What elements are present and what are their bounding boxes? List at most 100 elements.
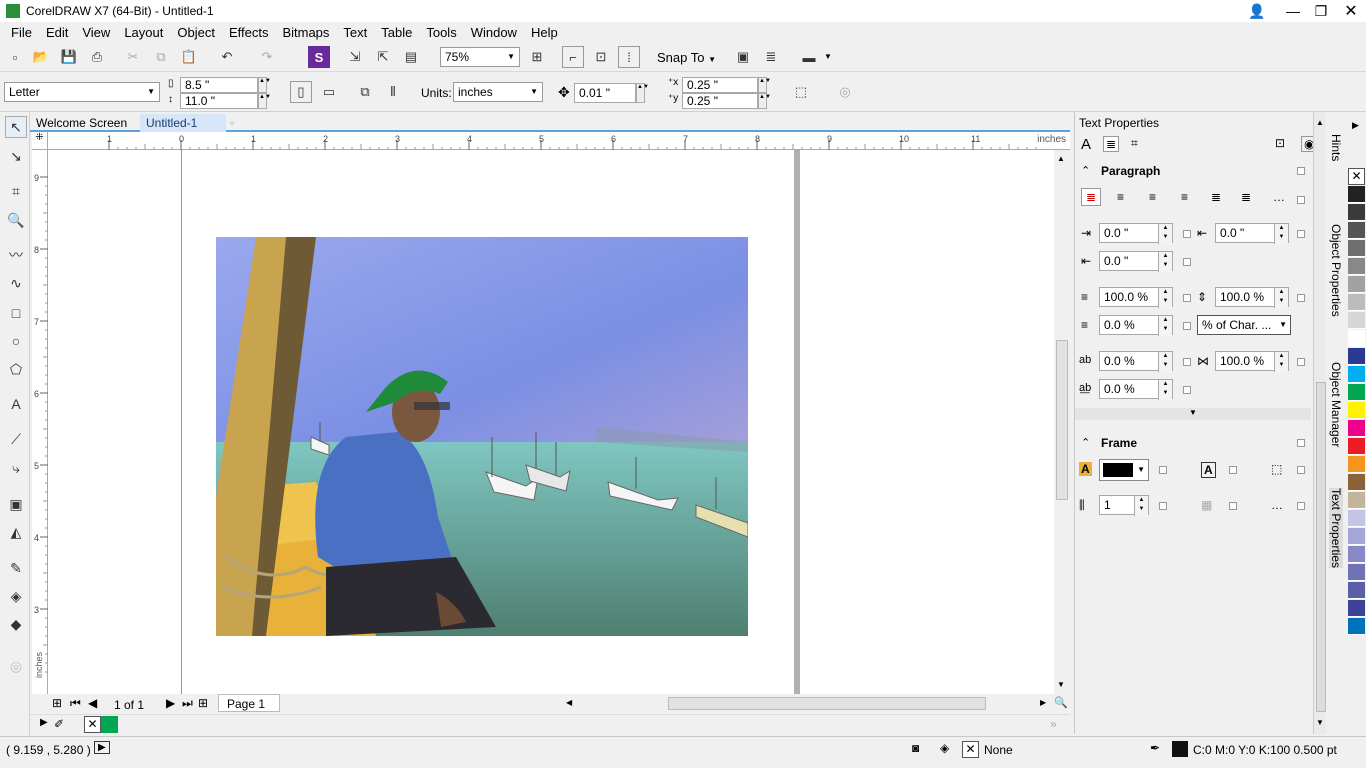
spinner-icon[interactable]: ▲ ▼: [1274, 352, 1288, 372]
menu-file[interactable]: File: [4, 25, 39, 40]
horizontal-scrollbar[interactable]: ◀ ▶ 🔍: [556, 694, 1070, 714]
color-swatch[interactable]: [1348, 276, 1365, 293]
spinner-icon[interactable]: ▲ ▼: [1158, 352, 1172, 372]
copy-icon[interactable]: ⧉: [150, 46, 172, 68]
menu-window[interactable]: Window: [464, 25, 524, 40]
tab-hints[interactable]: Hints: [1329, 134, 1343, 161]
menu-table[interactable]: Table: [374, 25, 419, 40]
color-swatch[interactable]: [1348, 312, 1365, 329]
more-frame-options-icon[interactable]: …: [1271, 498, 1283, 512]
pick-tool-icon[interactable]: ↖: [5, 116, 27, 138]
show-grid-icon[interactable]: ⊡: [590, 46, 612, 68]
scroll-left-icon[interactable]: ◀: [566, 698, 572, 707]
frame-background-color-picker[interactable]: ▼: [1099, 459, 1149, 481]
duplicate-x-input[interactable]: 0.25 ": [682, 77, 758, 93]
more-alignment-icon[interactable]: …: [1273, 190, 1285, 204]
color-swatch[interactable]: [1348, 258, 1365, 275]
color-swatch[interactable]: [1348, 582, 1365, 599]
fill-bucket-icon[interactable]: ◈: [940, 741, 949, 755]
color-swatch[interactable]: [1348, 204, 1365, 221]
color-swatch[interactable]: [1348, 546, 1365, 563]
scroll-up-icon[interactable]: ▲: [1316, 118, 1324, 127]
column-settings-checkbox[interactable]: [1229, 502, 1237, 510]
save-icon[interactable]: 💾: [58, 46, 80, 68]
color-swatch[interactable]: [1348, 510, 1365, 527]
character-spacing-input[interactable]: 100.0 % ▲ ▼: [1215, 287, 1289, 308]
vertical-alignment-checkbox[interactable]: [1297, 466, 1305, 474]
vertical-scroll-thumb[interactable]: [1056, 340, 1068, 500]
open-icon[interactable]: 📂: [30, 46, 52, 68]
spacing-unit-select[interactable]: % of Char. ... ▼: [1197, 315, 1291, 335]
text-tool-icon[interactable]: A: [5, 393, 27, 415]
color-swatch[interactable]: [1348, 330, 1365, 347]
duplicate-y-spinner[interactable]: ▲▼: [758, 93, 771, 109]
add-page-before-icon[interactable]: ⊞: [52, 696, 62, 710]
last-page-icon[interactable]: ⏭: [182, 696, 193, 711]
previous-page-icon[interactable]: ◀: [88, 696, 97, 710]
artistic-media-icon[interactable]: ∿: [5, 272, 27, 294]
text-direction-icon[interactable]: A: [1201, 462, 1216, 478]
color-swatch[interactable]: [1348, 438, 1365, 455]
page-height-input[interactable]: 11.0 ": [180, 93, 258, 109]
spinner-icon[interactable]: ▲ ▼: [1274, 288, 1288, 308]
publish-pdf-icon[interactable]: ▤: [400, 46, 422, 68]
align-center-icon[interactable]: ≡: [1149, 190, 1156, 204]
color-eyedropper-icon[interactable]: ✎: [5, 557, 27, 579]
parallel-dimension-icon[interactable]: ⟋: [5, 428, 27, 450]
color-swatch[interactable]: [1348, 456, 1365, 473]
color-swatch[interactable]: [1348, 564, 1365, 581]
justify-icon[interactable]: ≣: [1211, 190, 1221, 204]
first-line-checkbox[interactable]: [1297, 230, 1305, 238]
no-color-swatch[interactable]: ✕: [1348, 168, 1365, 185]
color-swatch[interactable]: [1348, 474, 1365, 491]
alignment-checkbox[interactable]: [1297, 196, 1305, 204]
user-icon[interactable]: 👤: [1242, 0, 1272, 22]
collapse-icon[interactable]: ⌃: [1081, 164, 1090, 177]
play-icon[interactable]: ▶: [94, 741, 110, 754]
docker-scroll-thumb[interactable]: [1316, 382, 1326, 712]
freehand-tool-icon[interactable]: 〰: [5, 244, 27, 266]
ruler-origin-icon[interactable]: ⁜: [32, 132, 48, 150]
scroll-down-icon[interactable]: ▼: [1057, 680, 1065, 689]
minimize-button[interactable]: —: [1278, 0, 1308, 22]
vertical-scrollbar[interactable]: ▲ ▼: [1054, 150, 1070, 694]
frame-color-checkbox[interactable]: [1159, 466, 1167, 474]
menu-effects[interactable]: Effects: [222, 25, 276, 40]
right-indent-input[interactable]: 0.0 " ▲ ▼: [1099, 251, 1173, 272]
smart-fill-icon[interactable]: ◆: [5, 613, 27, 635]
horizontal-ruler[interactable]: 1 0 1 2 3 4 5 6 7 8 9 10 11 inches: [48, 132, 1070, 150]
zoom-to-page-icon[interactable]: ⊞: [526, 46, 548, 68]
bitmap-photo[interactable]: [216, 237, 748, 636]
color-swatch[interactable]: [1348, 240, 1365, 257]
ellipse-tool-icon[interactable]: ○: [5, 330, 27, 352]
color-swatch[interactable]: [1348, 222, 1365, 239]
left-indent-input[interactable]: 0.0 " ▲ ▼: [1099, 223, 1173, 244]
portrait-icon[interactable]: ▯: [290, 81, 312, 103]
color-swatch[interactable]: [1348, 294, 1365, 311]
redo-icon[interactable]: ↷: [256, 46, 278, 68]
paste-icon[interactable]: 📋: [178, 46, 200, 68]
rectangle-tool-icon[interactable]: □: [5, 302, 27, 324]
lock-icon[interactable]: ◎: [834, 81, 856, 103]
tab-object-manager[interactable]: Object Manager: [1329, 362, 1343, 447]
spinner-icon[interactable]: ▲ ▼: [1274, 224, 1288, 244]
expand-paragraph-icon[interactable]: ▼: [1075, 408, 1311, 420]
vertical-alignment-icon[interactable]: ⬚: [1271, 462, 1282, 476]
text-direction-checkbox[interactable]: [1229, 466, 1237, 474]
color-swatch[interactable]: [1348, 420, 1365, 437]
application-launcher-icon[interactable]: ≣: [760, 46, 782, 68]
before-paragraph-input[interactable]: 0.0 % ▲ ▼: [1099, 315, 1173, 336]
color-swatch[interactable]: [1348, 366, 1365, 383]
horizontal-scroll-thumb[interactable]: [668, 697, 986, 710]
scroll-right-icon[interactable]: ▶: [1040, 698, 1046, 707]
color-swatch[interactable]: [1348, 600, 1365, 617]
menu-view[interactable]: View: [75, 25, 117, 40]
menu-bitmaps[interactable]: Bitmaps: [275, 25, 336, 40]
treat-as-filled-icon[interactable]: ⬚: [790, 81, 812, 103]
color-swatch[interactable]: [1348, 348, 1365, 365]
palette-scroll-icon[interactable]: »: [1050, 717, 1057, 731]
collapse-icon[interactable]: ⌃: [1081, 436, 1090, 449]
spinner-icon[interactable]: ▲ ▼: [1158, 316, 1172, 336]
zoom-navigator-icon[interactable]: 🔍: [1054, 696, 1068, 709]
menu-object[interactable]: Object: [170, 25, 222, 40]
